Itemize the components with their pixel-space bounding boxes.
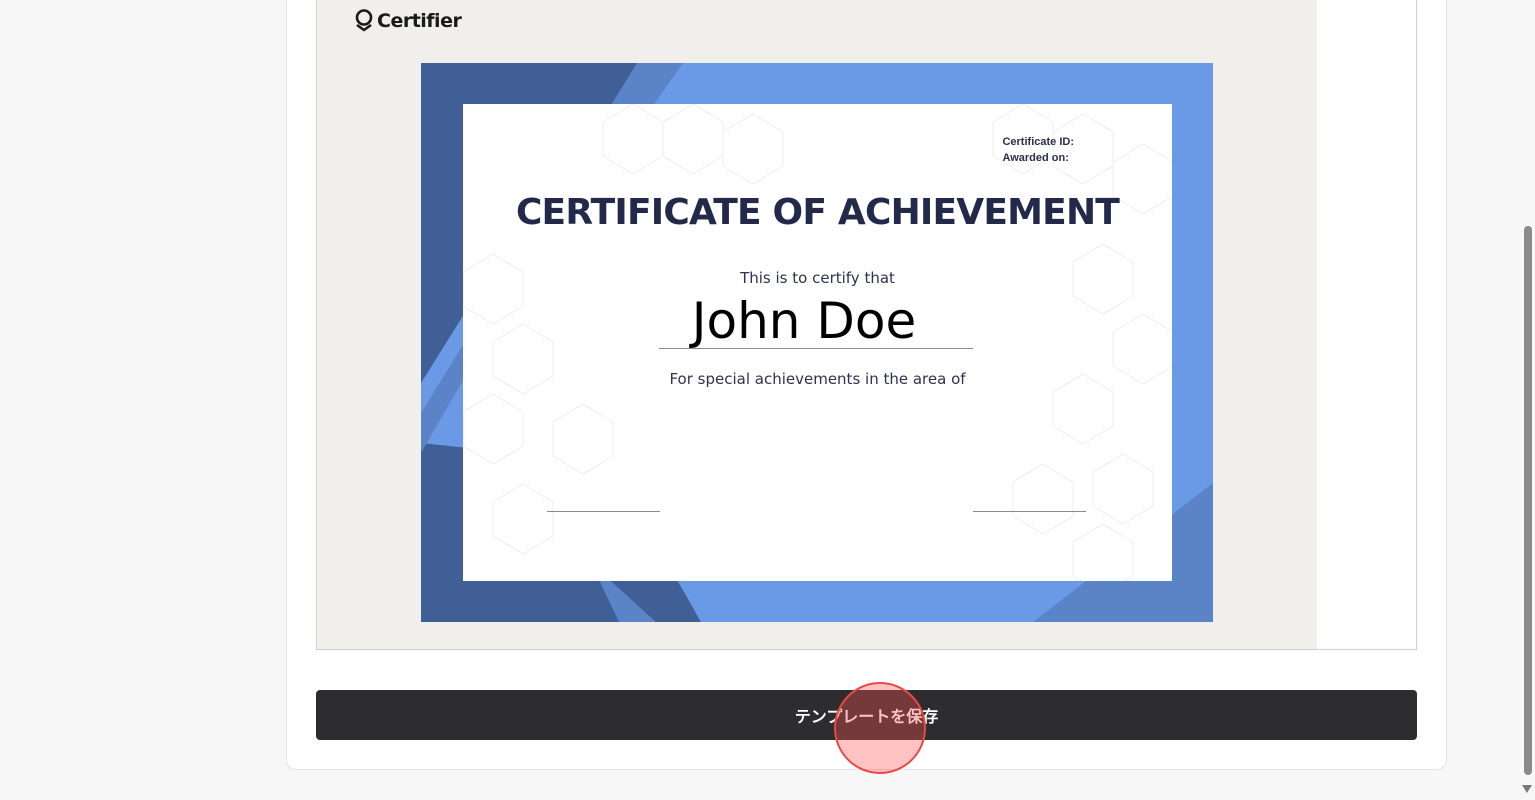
certificate-title: CERTIFICATE OF ACHIEVEMENT (515, 192, 1120, 233)
certificate-preview-canvas: Certifier Certificate ID: Awarded on: CE… (317, 0, 1317, 649)
page-scrollbar[interactable] (1520, 0, 1535, 800)
recipient-name: John Doe (691, 292, 917, 350)
scrollbar-thumb[interactable] (1524, 226, 1532, 775)
brand-name: Certifier (377, 10, 462, 32)
certificate-meta: Certificate ID: Awarded on: (1002, 134, 1074, 166)
certifier-logo-icon (355, 9, 373, 32)
scroll-down-arrow-icon[interactable] (1522, 785, 1532, 793)
certificate-body: Certificate ID: Awarded on: CERTIFICATE … (463, 104, 1172, 581)
certifier-logo: Certifier (353, 8, 462, 34)
awarded-on-label: Awarded on: (1002, 152, 1069, 164)
recipient-name-underline (659, 348, 973, 349)
certificate-id-label: Certificate ID: (1002, 136, 1074, 148)
certify-text: This is to certify that (740, 269, 895, 287)
achievement-area-text: For special achievements in the area of (669, 370, 966, 388)
certificate-document: Certificate ID: Awarded on: CERTIFICATE … (421, 63, 1213, 622)
save-template-button[interactable]: テンプレートを保存 (316, 690, 1417, 740)
signature-line-right (973, 511, 1086, 512)
signature-line-left (547, 511, 660, 512)
certificate-preview-frame: Certifier Certificate ID: Awarded on: CE… (316, 0, 1417, 650)
